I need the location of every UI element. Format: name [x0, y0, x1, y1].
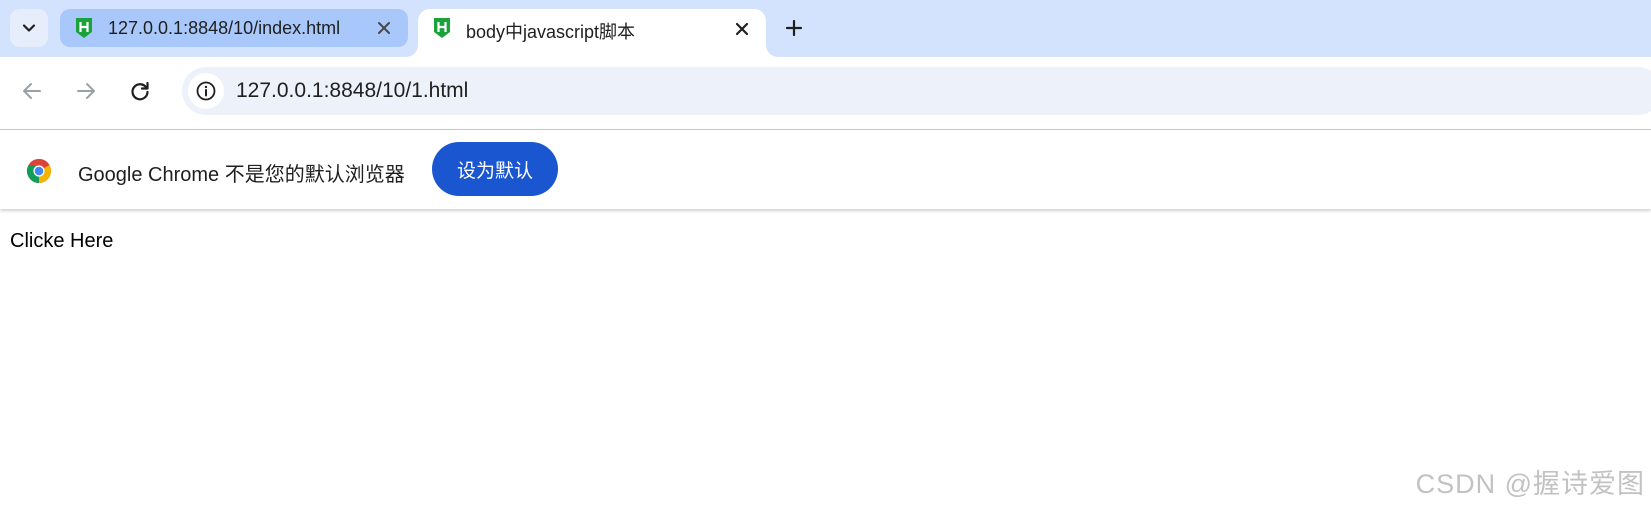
url-text[interactable]: 127.0.0.1:8848/10/1.html	[236, 79, 468, 103]
site-info-button[interactable]	[188, 73, 224, 109]
plus-icon	[785, 19, 803, 37]
new-tab-button[interactable]	[776, 10, 812, 46]
forward-button[interactable]	[66, 71, 106, 111]
tab-corner	[406, 45, 418, 57]
hbuilder-icon	[434, 18, 450, 38]
reload-button[interactable]	[120, 71, 160, 111]
back-button[interactable]	[12, 71, 52, 111]
chrome-logo-icon	[26, 158, 52, 183]
reload-icon	[131, 81, 149, 101]
tab-index[interactable]: 127.0.0.1:8848/10/index.html	[60, 9, 408, 47]
arrow-right-icon	[77, 83, 95, 99]
hbuilder-icon	[76, 18, 92, 38]
info-icon	[196, 81, 216, 101]
tab-corner	[766, 45, 778, 57]
click-here-text[interactable]: Clicke Here	[10, 230, 113, 253]
chevron-down-icon	[22, 24, 36, 32]
default-browser-infobar: Google Chrome 不是您的默认浏览器 设为默认	[0, 129, 1651, 209]
arrow-left-icon	[23, 83, 41, 99]
address-bar[interactable]: 127.0.0.1:8848/10/1.html	[182, 67, 1651, 115]
infobar-message: Google Chrome 不是您的默认浏览器	[78, 164, 405, 186]
tab-body-javascript[interactable]: body中javascript脚本	[418, 9, 766, 57]
tab-title: body中javascript脚本	[466, 22, 636, 42]
toolbar: 127.0.0.1:8848/10/1.html	[0, 57, 1651, 124]
watermark: CSDN @握诗爱图	[1415, 469, 1645, 499]
tab-search-button[interactable]	[10, 9, 48, 47]
close-icon[interactable]	[732, 19, 752, 39]
tab-title: 127.0.0.1:8848/10/index.html	[108, 17, 341, 38]
set-default-button[interactable]: 设为默认	[432, 142, 558, 196]
tab-strip: 127.0.0.1:8848/10/index.html body中javasc…	[0, 0, 1651, 57]
page-content: Clicke Here CSDN @握诗爱图	[0, 212, 1651, 531]
close-icon[interactable]	[374, 18, 394, 38]
